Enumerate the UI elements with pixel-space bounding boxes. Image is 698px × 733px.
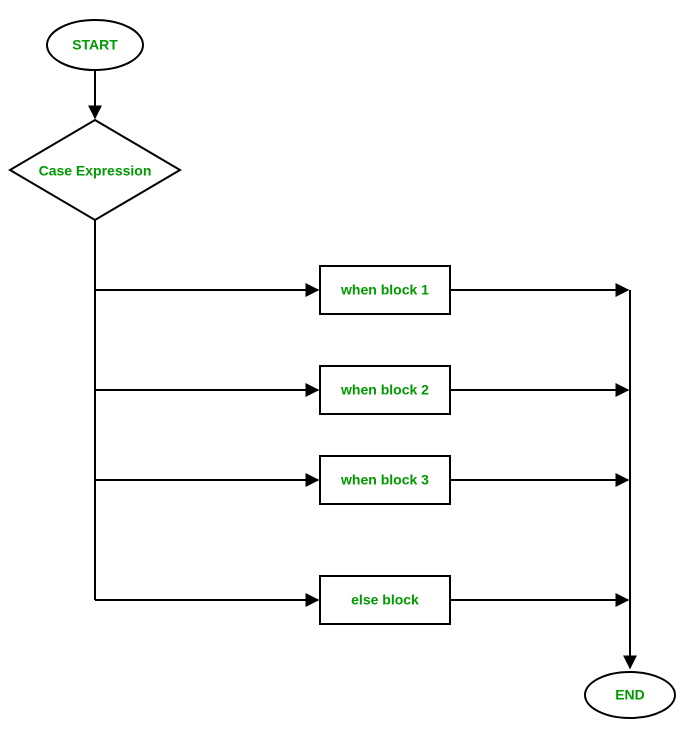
else-label: else block [351,592,419,608]
else-block: else block [95,576,628,624]
block2-label: when block 2 [340,382,429,398]
end-label: END [615,687,645,703]
decision-label: Case Expression [39,163,152,179]
start-label: START [72,37,118,53]
flowchart-canvas: START Case Expression when block 1 when … [0,0,698,733]
block3-label: when block 3 [340,472,429,488]
decision-node: Case Expression [10,120,180,220]
when-block-2: when block 2 [95,366,628,414]
start-node: START [47,20,143,70]
end-node: END [585,672,675,718]
when-block-3: when block 3 [95,456,628,504]
block1-label: when block 1 [340,282,429,298]
when-block-1: when block 1 [95,266,628,314]
